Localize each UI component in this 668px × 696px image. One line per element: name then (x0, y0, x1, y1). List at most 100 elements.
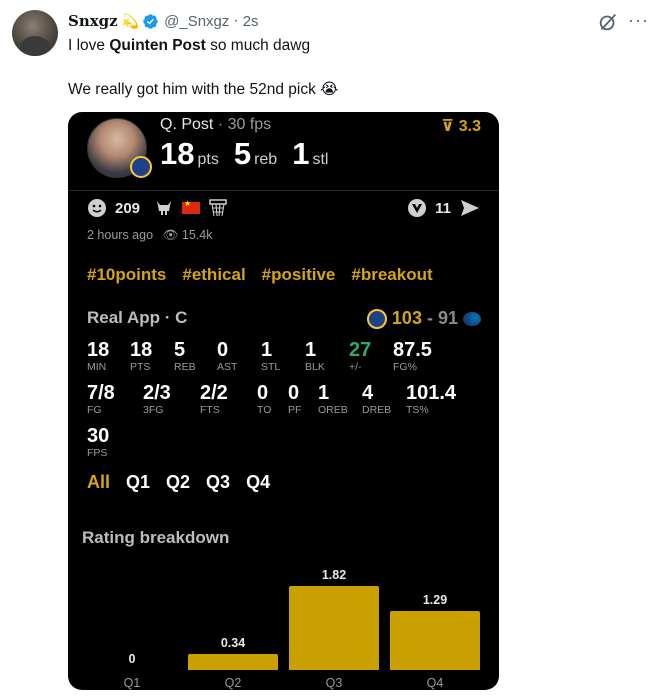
tweet-line-2: We really got him with the 52nd pick 😭 (68, 80, 338, 100)
tab-q2[interactable]: Q2 (166, 472, 190, 493)
title-separator: · (217, 116, 228, 133)
stat-label: FTS (200, 404, 220, 416)
display-name[interactable]: Snxgz (68, 12, 118, 30)
stat-value: 2/3 (143, 382, 171, 404)
name-emoji: 💫 (121, 12, 140, 29)
app-logo-icon (408, 199, 427, 217)
meta-row: 2 hours ago 👁 15.4k (87, 228, 212, 243)
stat-fps: 30 FPS (87, 425, 109, 459)
stat-pts: 18 PTS (130, 339, 152, 373)
big-stat-label: pts (197, 151, 219, 168)
more-options-icon[interactable]: ··· (628, 10, 649, 31)
game-score: 103-91 (366, 308, 481, 329)
tweet-text-segment: We really got him with the 52nd pick (68, 81, 316, 98)
stat-value: 30 (87, 425, 110, 447)
stat-label: 3FG (143, 404, 164, 416)
stat-value: 18 (130, 339, 153, 361)
stat-value: 0 (257, 382, 269, 404)
stat-card[interactable]: Q. Post · 30 fps ⊽ 3.3 18 pts 5 reb 1 st… (68, 112, 499, 690)
timestamp[interactable]: 2s (243, 13, 259, 30)
tweet-text-segment: I love (68, 37, 110, 54)
stat-to: 0 TO (257, 382, 271, 416)
warriors-logo-icon (366, 308, 387, 329)
chart-category-label: Q3 (325, 676, 343, 690)
tab-q1[interactable]: Q1 (126, 472, 150, 493)
stat-label: STL (261, 361, 281, 373)
stat-dreb: 4 DREB (362, 382, 391, 416)
hashtag[interactable]: #10points (87, 265, 166, 285)
stat-fts: 2/2 FTS (200, 382, 228, 416)
stat-label: PF (288, 404, 302, 416)
stat-label: MIN (87, 361, 107, 373)
stat-value: 1 (305, 339, 317, 361)
magic-logo-icon (463, 311, 481, 326)
hashtag-list: #10points #ethical #positive #breakout (87, 265, 433, 285)
opponent-score: 91 (437, 308, 458, 328)
hashtag[interactable]: #positive (262, 265, 336, 285)
game-label: Real App · C (87, 308, 188, 327)
top-rating: ⊽ 3.3 (441, 116, 481, 136)
stat-value: 2/2 (200, 382, 228, 404)
chart-value-label: 1.29 (422, 593, 448, 607)
stat-value: 1 (261, 339, 273, 361)
handle[interactable]: @_Snxgz (164, 13, 229, 30)
tab-q3[interactable]: Q3 (206, 472, 230, 493)
tweet-header: Snxgz 💫 @_Snxgz · 2s (68, 10, 259, 32)
eye-icon: 👁 (162, 228, 179, 242)
tweet-text-segment: so much dawg (205, 37, 311, 54)
stat-value: 87.5 (393, 339, 432, 361)
stat-fg-pct: 87.5 FG% (393, 339, 432, 373)
stat-ast: 0 AST (217, 339, 237, 373)
big-stat-label: stl (312, 151, 329, 168)
stat-label: REB (174, 361, 196, 373)
stat-label: FPS (87, 447, 108, 459)
rating-breakdown-chart: 0 Q1 0.34 Q2 1.82 Q3 1.29 Q4 (68, 552, 499, 690)
warriors-logo-icon (130, 156, 152, 178)
stat-label: OREB (318, 404, 348, 416)
player-name: Q. Post (160, 116, 214, 133)
big-stat-value: 1 (292, 136, 310, 171)
chart-category-label: Q4 (426, 676, 444, 690)
stat-label: BLK (305, 361, 325, 373)
stat-value: 5 (174, 339, 186, 361)
chart-bar-q2 (188, 654, 278, 670)
stat-blk: 1 BLK (305, 339, 325, 373)
chart-bar-q4 (390, 611, 480, 670)
big-stat-label: reb (254, 151, 278, 168)
score-separator: - (426, 308, 433, 328)
stat-value: 4 (362, 382, 374, 404)
card-title: Q. Post · 30 fps (160, 116, 271, 134)
goat-icon (157, 201, 172, 215)
crying-emoji: 😭 (320, 81, 339, 98)
stat-plus-minus: 27 +/- (349, 339, 371, 373)
separator-dot: · (233, 12, 239, 29)
big-stats: 18 pts 5 reb 1 stl (160, 136, 343, 172)
avatar[interactable] (12, 10, 58, 56)
tab-q4[interactable]: Q4 (246, 472, 270, 493)
tweet-line-1: I love Quinten Post so much dawg (68, 36, 338, 56)
stat-label: +/- (349, 361, 362, 373)
card-divider (68, 190, 499, 191)
stat-stl: 1 STL (261, 339, 280, 373)
stat-label: FG (87, 404, 102, 416)
share-count: 11 (435, 199, 451, 217)
tab-all[interactable]: All (87, 472, 110, 493)
send-icon[interactable] (459, 198, 481, 218)
stat-value: 101.4 (406, 382, 457, 404)
chart-value-label: 1.82 (321, 568, 347, 582)
top-rating-value: 3.3 (458, 118, 481, 135)
grok-icon[interactable] (597, 11, 619, 33)
reaction-row: 209 (87, 198, 228, 218)
team-score: 103 (391, 308, 422, 328)
hashtag[interactable]: #breakout (351, 265, 432, 285)
stat-ts-pct: 101.4 TS% (406, 382, 456, 416)
tweet-text-bold: Quinten Post (109, 37, 206, 54)
stat-pf: 0 PF (288, 382, 301, 416)
big-stat-value: 5 (233, 136, 252, 171)
stat-min: 18 MIN (87, 339, 109, 373)
china-flag-icon (182, 199, 201, 214)
hashtag[interactable]: #ethical (182, 265, 245, 285)
stat-value: 27 (349, 339, 372, 361)
share-row: 11 (407, 198, 481, 218)
chart-bar-q3 (289, 586, 379, 670)
